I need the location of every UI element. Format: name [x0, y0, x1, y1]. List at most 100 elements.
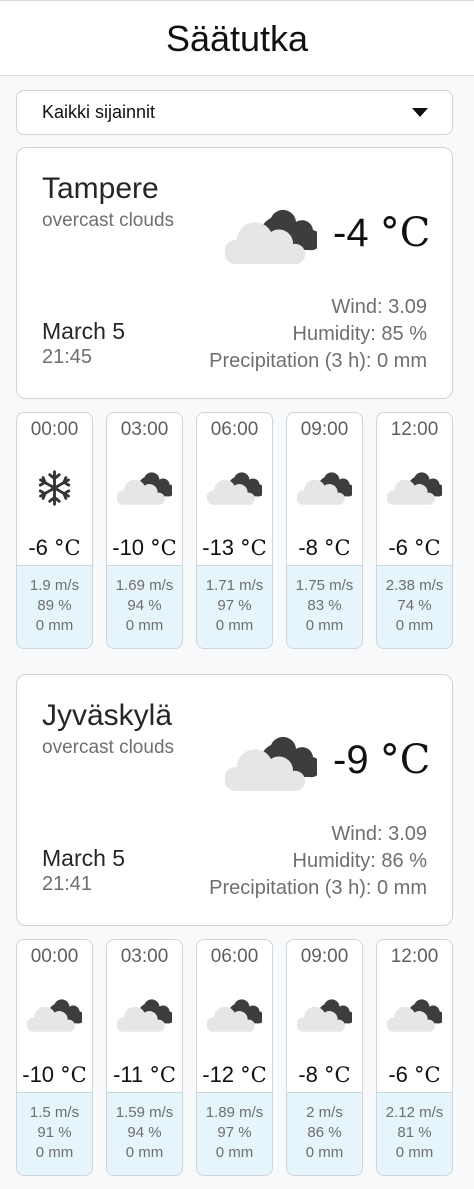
forecast-precipitation: 0 mm	[125, 617, 164, 634]
forecast-precipitation: 0 mm	[35, 617, 74, 634]
forecast-details: 2.38 m/s 74 % 0 mm	[377, 565, 452, 648]
forecast-wind: 2 m/s	[306, 1104, 343, 1121]
forecast-wind: 2.12 m/s	[385, 1104, 444, 1121]
city-name: Tampere	[42, 172, 159, 205]
forecast-precipitation: 0 mm	[305, 1144, 344, 1161]
wind-speed: Wind: 3.09	[331, 296, 427, 318]
forecast-precipitation: 0 mm	[395, 617, 434, 634]
forecast-temperature-unit: °C	[324, 1063, 351, 1087]
forecast-card: 03:00 -11 °C 1.59 m/s 94 % 0 mm	[106, 939, 183, 1176]
overcast-clouds-icon	[225, 733, 317, 793]
temperature-unit: °C	[379, 210, 431, 256]
forecast-temperature-unit: °C	[60, 1063, 87, 1087]
forecast-hour: 12:00	[390, 419, 439, 440]
humidity: Humidity: 86 %	[292, 850, 428, 872]
forecast-temperature-unit: °C	[150, 536, 177, 560]
observation-time: 21:45	[42, 346, 93, 368]
forecast-wind: 1.9 m/s	[29, 577, 80, 594]
forecast-temperature: -10 °C	[17, 1062, 92, 1088]
location-card: Tampere overcast clouds -4 °C March 5 21:45 W…	[16, 147, 453, 399]
city-name: Jyväskylä	[42, 699, 173, 732]
forecast-humidity: 83 %	[307, 597, 342, 614]
forecast-humidity: 81 %	[397, 1124, 432, 1141]
forecast-card: 03:00 -10 °C 1.69 m/s 94 % 0 mm	[106, 412, 183, 649]
temperature-value: -9	[333, 738, 369, 782]
weather-stats: Wind: 3.09 Humidity: 85 % Precipitation (3…	[209, 294, 427, 375]
forecast-details: 2.12 m/s 81 % 0 mm	[377, 1092, 452, 1175]
current-temperature: -9 °C	[333, 737, 430, 783]
forecast-humidity: 89 %	[37, 597, 72, 614]
forecast-temperature-value: -13	[202, 535, 235, 560]
weather-stats: Wind: 3.09 Humidity: 86 % Precipitation (3…	[209, 821, 427, 902]
forecast-temperature-unit: °C	[240, 1063, 267, 1087]
forecast-card: 06:00 -13 °C 1.71 m/s 97 % 0 mm	[196, 412, 273, 649]
overcast-clouds-icon	[117, 469, 172, 507]
forecast-temperature-value: -11	[113, 1062, 144, 1087]
forecast-hour: 00:00	[30, 946, 79, 967]
precipitation: Precipitation (3 h): 0 mm	[209, 877, 427, 899]
overcast-clouds-icon	[297, 996, 352, 1034]
observation-date: March 5	[42, 318, 126, 344]
forecast-hour: 03:00	[120, 946, 169, 967]
app-title: Säätutka	[165, 18, 309, 59]
forecast-temperature-value: -8	[298, 1062, 318, 1087]
forecast-temperature-value: -12	[202, 1062, 235, 1087]
forecast-card: 00:00 -6 °C 1.9 m/s 89 % 0 mm	[16, 412, 93, 649]
temperature-value: -4	[333, 211, 369, 255]
forecast-hour: 12:00	[390, 946, 439, 967]
forecast-humidity: 97 %	[217, 597, 252, 614]
forecast-temperature-value: -6	[388, 535, 408, 560]
forecast-precipitation: 0 mm	[215, 1144, 254, 1161]
humidity: Humidity: 85 %	[292, 323, 428, 345]
forecast-humidity: 94 %	[127, 597, 162, 614]
temperature-unit: °C	[379, 737, 431, 783]
forecast-details: 2 m/s 86 % 0 mm	[287, 1092, 362, 1175]
forecast-temperature-value: -10	[22, 1062, 55, 1087]
forecast-details: 1.89 m/s 97 % 0 mm	[197, 1092, 272, 1175]
overcast-clouds-icon	[117, 996, 172, 1034]
forecast-temperature-unit: °C	[54, 536, 81, 560]
forecast-temperature: -6 °C	[377, 535, 452, 561]
forecast-wind: 1.5 m/s	[29, 1104, 80, 1121]
forecast-humidity: 74 %	[397, 597, 432, 614]
forecast-details: 1.69 m/s 94 % 0 mm	[107, 565, 182, 648]
forecast-hour: 06:00	[210, 946, 259, 967]
observation-date: March 5	[42, 845, 126, 871]
forecast-precipitation: 0 mm	[35, 1144, 74, 1161]
forecast-wind: 1.69 m/s	[115, 577, 174, 594]
forecast-temperature-unit: °C	[414, 1063, 441, 1087]
overcast-clouds-icon	[27, 996, 82, 1034]
forecast-card: 09:00 -8 °C 1.75 m/s 83 % 0 mm	[286, 412, 363, 649]
forecast-wind: 1.59 m/s	[115, 1104, 174, 1121]
forecast-temperature-unit: °C	[414, 536, 441, 560]
forecast-hour: 00:00	[30, 419, 79, 440]
forecast-temperature: -13 °C	[197, 535, 272, 561]
location-card: Jyväskylä overcast clouds -9 °C March 5 21:4…	[16, 674, 453, 926]
forecast-temperature-value: -8	[298, 535, 318, 560]
current-temperature: -4 °C	[333, 210, 430, 256]
overcast-clouds-icon	[387, 469, 442, 507]
precipitation: Precipitation (3 h): 0 mm	[209, 350, 427, 372]
forecast-temperature: -6 °C	[17, 535, 92, 561]
overcast-clouds-icon	[207, 996, 262, 1034]
forecast-humidity: 86 %	[307, 1124, 342, 1141]
forecast-wind: 1.75 m/s	[295, 577, 354, 594]
forecast-temperature-value: -10	[112, 535, 145, 560]
forecast-precipitation: 0 mm	[125, 1144, 164, 1161]
forecast-details: 1.71 m/s 97 % 0 mm	[197, 565, 272, 648]
forecast-details: 1.5 m/s 91 % 0 mm	[17, 1092, 92, 1175]
forecast-wind: 1.89 m/s	[205, 1104, 264, 1121]
forecast-details: 1.75 m/s 83 % 0 mm	[287, 565, 362, 648]
overcast-clouds-icon	[225, 206, 317, 266]
forecast-temperature-unit: °C	[240, 536, 267, 560]
forecast-temperature-value: -6	[388, 1062, 408, 1087]
snowflake-icon	[27, 469, 82, 507]
forecast-temperature-value: -6	[28, 535, 48, 560]
location-select-value: Kaikki sijainnit	[42, 102, 156, 122]
forecast-card: 09:00 -8 °C 2 m/s 86 % 0 mm	[286, 939, 363, 1176]
forecast-temperature: -8 °C	[287, 1062, 362, 1088]
forecast-details: 1.9 m/s 89 % 0 mm	[17, 565, 92, 648]
forecast-hour: 09:00	[300, 946, 349, 967]
forecast-temperature: -6 °C	[377, 1062, 452, 1088]
location-select[interactable]: Kaikki sijainnit	[16, 90, 453, 135]
